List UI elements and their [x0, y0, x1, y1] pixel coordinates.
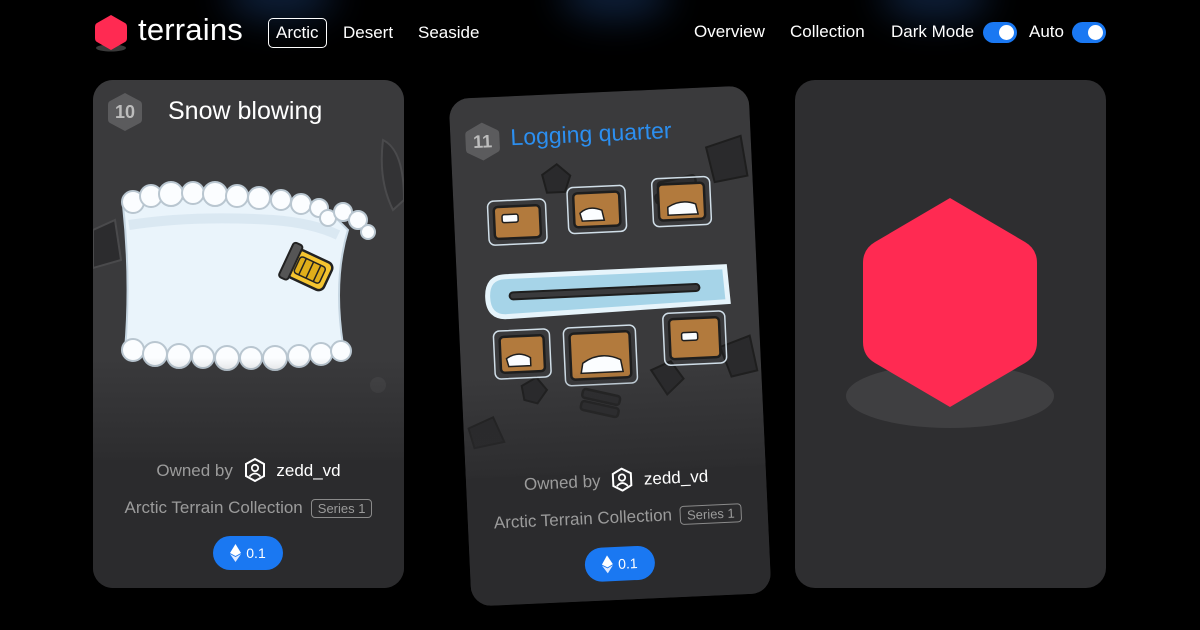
terrain-card-snow-blowing[interactable]: 10 Snow blowing Owned by zedd_vd Arctic … — [93, 80, 404, 588]
dark-mode-label: Dark Mode — [891, 22, 975, 41]
series-badge: Series 1 — [310, 499, 373, 519]
auto-toggle[interactable] — [1072, 22, 1106, 43]
owned-by-label: Owned by — [523, 471, 601, 495]
owned-by-label: Owned by — [156, 460, 233, 480]
tab-desert[interactable]: Desert — [343, 19, 393, 49]
loading-card-placeholder — [795, 80, 1106, 588]
top-nav-bar: terrains Arctic Desert Seaside Overview … — [0, 0, 1200, 66]
owner-name[interactable]: zedd_vd — [276, 461, 340, 480]
card-number: 10 — [114, 102, 136, 122]
toggle-knob — [1088, 25, 1103, 40]
card-number-badge: 11 — [464, 121, 502, 163]
terrains-logo-icon[interactable] — [94, 14, 128, 52]
brand-name[interactable]: terrains — [138, 12, 243, 48]
card-number: 11 — [472, 131, 493, 152]
ethereum-icon — [602, 555, 614, 574]
collection-row: Arctic Terrain Collection Series 1 — [93, 498, 404, 519]
tab-seaside[interactable]: Seaside — [418, 19, 479, 49]
price-value: 0.1 — [246, 545, 266, 561]
user-icon — [611, 467, 633, 492]
toggle-knob — [999, 25, 1014, 40]
auto-label: Auto — [1029, 22, 1064, 41]
dark-mode-toggle[interactable] — [983, 22, 1017, 43]
price-button[interactable]: 0.1 — [584, 545, 656, 583]
owner-name[interactable]: zedd_vd — [644, 467, 709, 489]
nav-overview-link[interactable]: Overview — [694, 22, 765, 42]
owned-by-row: Owned by zedd_vd — [93, 458, 404, 485]
terrains-logo-icon — [846, 198, 1054, 428]
series-badge: Series 1 — [679, 503, 743, 526]
card-number-badge: 10 — [107, 92, 143, 132]
price-button[interactable]: 0.1 — [213, 536, 283, 570]
nav-collection-link[interactable]: Collection — [790, 22, 865, 42]
card-title[interactable]: Snow blowing — [168, 97, 322, 126]
price-value: 0.1 — [617, 554, 638, 572]
terrain-card-logging-quarter[interactable]: 11 Logging quarter Owned by zedd_vd Arct… — [448, 85, 772, 607]
ethereum-icon — [230, 543, 242, 562]
collection-name[interactable]: Arctic Terrain Collection — [125, 498, 303, 517]
tab-arctic[interactable]: Arctic — [268, 18, 327, 48]
user-icon — [244, 458, 265, 482]
